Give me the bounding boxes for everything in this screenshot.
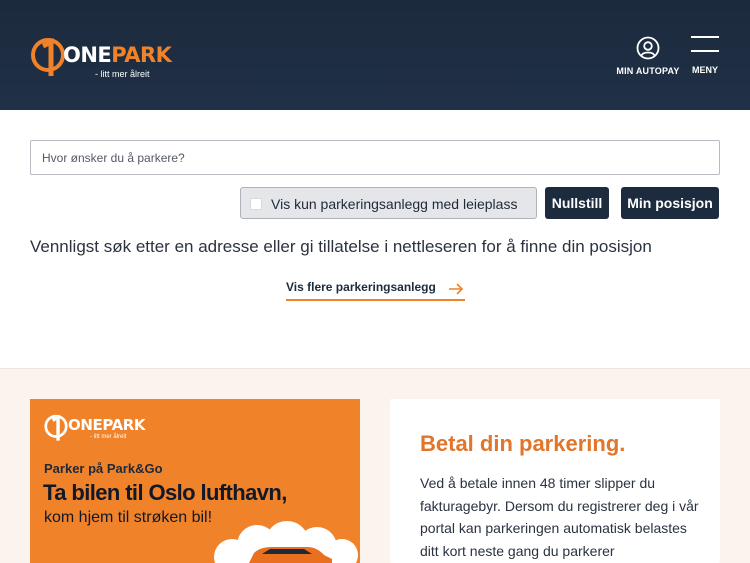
banner-subtitle: Parker på Park&Go <box>44 461 163 476</box>
menu-label: MENY <box>691 65 718 75</box>
logo-tagline: - litt mer ålreit <box>95 69 150 79</box>
menu-button[interactable]: MENY <box>688 36 722 80</box>
logo-mark-icon <box>31 37 65 76</box>
card-title: Betal din parkering. <box>420 431 626 456</box>
banner-logo-word: ONEPARK <box>68 416 146 434</box>
hamburger-icon <box>691 36 719 38</box>
card-body: Ved å betale innen 48 timer slipper du f… <box>420 475 699 559</box>
more-parking-link[interactable]: Vis flere parkeringsanlegg <box>286 280 465 301</box>
banner-logo: ONEPARK - litt mer ålreit <box>43 412 146 444</box>
car-wash-illustration <box>214 521 358 563</box>
banner-headline: Ta bilen til Oslo lufthavn, <box>43 480 287 505</box>
more-link-label: Vis flere parkeringsanlegg <box>286 280 436 294</box>
search-input[interactable] <box>30 140 720 175</box>
banner-logo-tagline: - litt mer ålreit <box>90 434 127 440</box>
leieplass-filter-toggle[interactable]: Vis kun parkeringsanlegg med leieplass <box>240 187 537 219</box>
min-autopay-button[interactable]: MIN AUTOPAY <box>613 36 683 80</box>
payment-info-card: Betal din parkering. Ved å betale innen … <box>390 399 720 563</box>
onepark-logo[interactable]: ONEPARK - litt mer ålreit <box>31 34 172 80</box>
logo-mark-icon <box>44 414 68 441</box>
site-header: ONEPARK - litt mer ålreit MIN AUTOPAY ME… <box>0 0 750 110</box>
user-circle-icon <box>636 36 660 60</box>
filter-label: Vis kun parkeringsanlegg med leieplass <box>271 196 518 212</box>
my-position-button[interactable]: Min posisjon <box>621 187 719 219</box>
autopay-label: MIN AUTOPAY <box>616 66 680 76</box>
arrow-right-icon <box>449 283 464 295</box>
park-and-go-banner[interactable]: ONEPARK - litt mer ålreit Parker på Park… <box>30 399 360 563</box>
banner-tagline: kom hjem til strøken bil! <box>44 509 213 526</box>
logo-wordmark: ONEPARK <box>63 43 172 67</box>
filter-checkbox[interactable] <box>250 198 262 210</box>
location-notice: Vennligst søk etter en adresse eller gi … <box>30 237 652 256</box>
reset-button[interactable]: Nullstill <box>545 187 609 219</box>
